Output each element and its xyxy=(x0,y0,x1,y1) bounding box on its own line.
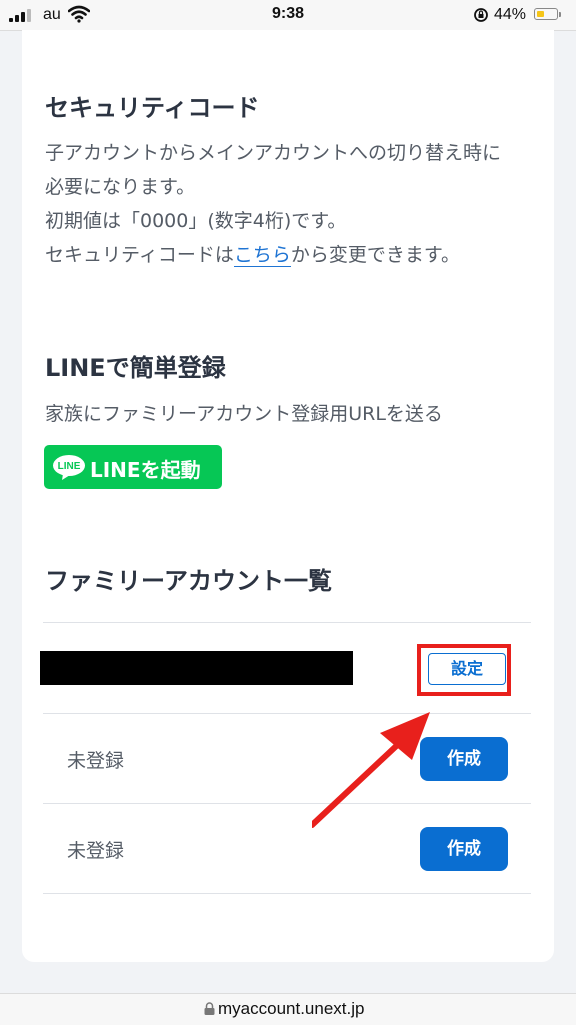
status-bar: au 9:38 44% xyxy=(0,0,576,31)
line-register-description: 家族にファミリーアカウント登録用URLを送る xyxy=(45,403,443,425)
security-code-line-1: 子アカウントからメインアカウントへの切り替え時に xyxy=(45,142,502,164)
red-arrow-annotation xyxy=(312,712,430,828)
family-accounts-title: ファミリーアカウント一覧 xyxy=(45,567,333,595)
security-code-line-4-suffix: から変更できます。 xyxy=(290,244,460,266)
security-code-line-3: 初期値は「0000」(数字4桁)です。 xyxy=(45,210,347,232)
highlight-box xyxy=(417,644,511,696)
redacted-account-name xyxy=(40,651,353,685)
battery-level xyxy=(536,10,545,17)
battery-tip xyxy=(559,12,561,17)
line-logo-icon: LINE xyxy=(53,455,85,480)
clock: 9:38 xyxy=(271,5,305,22)
url-text: myaccount.unext.jp xyxy=(218,999,365,1018)
content-card: セキュリティコード 子アカウントからメインアカウントへの切り替え時に 必要になり… xyxy=(22,30,554,962)
line-register-title: LINEで簡単登録 xyxy=(45,354,226,382)
divider xyxy=(43,622,531,623)
lock-icon xyxy=(204,1002,215,1015)
divider xyxy=(43,893,531,894)
battery-percent: 44% xyxy=(494,6,527,23)
address-bar[interactable]: myaccount.unext.jp xyxy=(0,993,576,1025)
unregistered-label: 未登録 xyxy=(67,750,125,772)
security-code-title: セキュリティコード xyxy=(45,94,260,122)
unregistered-label: 未登録 xyxy=(67,840,125,862)
launch-line-button[interactable]: LINE LINEを起動 xyxy=(44,445,222,489)
rotation-lock-icon xyxy=(474,8,488,22)
security-code-line-2: 必要になります。 xyxy=(45,176,196,198)
create-account-button[interactable]: 作成 xyxy=(420,827,508,871)
line-logo-text: LINE xyxy=(58,461,81,472)
security-code-line-4: セキュリティコードはこちらから変更できます。 xyxy=(45,238,501,272)
security-code-description: 子アカウントからメインアカウントへの切り替え時に 必要になります。 初期値は「0… xyxy=(45,136,501,272)
change-security-code-link[interactable]: こちら xyxy=(233,244,291,267)
security-code-line-4-prefix: セキュリティコードは xyxy=(45,244,234,266)
launch-line-label: LINEを起動 xyxy=(90,458,201,482)
battery-icon xyxy=(534,8,558,20)
